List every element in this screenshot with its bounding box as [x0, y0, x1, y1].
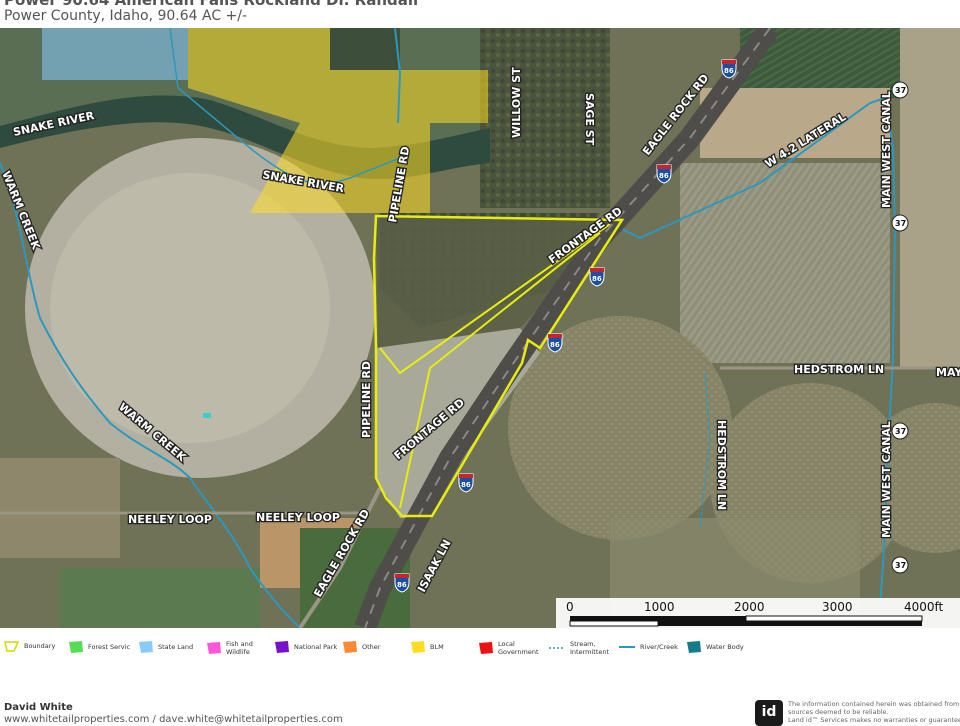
legend-other: Other: [342, 640, 380, 654]
legend-stream-intermittent: Stream, Intermittent: [548, 640, 614, 656]
scale-tick-0: 0: [566, 600, 574, 614]
scale-tick-2000: 2000: [734, 600, 765, 614]
legend-fish-wildlife: Fish and Wildlife: [206, 640, 262, 656]
water-body-swatch-icon: [687, 641, 701, 653]
legend-label-national-park: National Park: [294, 643, 338, 651]
legend-boundary: Boundary: [4, 640, 55, 652]
legend-label-state-land: State Land: [158, 643, 194, 651]
land-id-logo: id: [755, 700, 783, 726]
forest-service-swatch-icon: [69, 641, 83, 653]
legend-label-local-government: Local Government: [498, 640, 539, 656]
svg-text:86: 86: [550, 341, 560, 349]
label-neeley-loop-2: NEELEY LOOP: [256, 511, 340, 524]
interstate-shield-2: 86: [656, 164, 672, 184]
map-canvas[interactable]: SNAKE RIVER SNAKE RIVER WARM CREEK WARM …: [0, 28, 960, 628]
label-sage-st: SAGE ST: [583, 93, 596, 146]
interstate-shield-6: 86: [394, 573, 410, 593]
boundary-swatch-icon: [4, 641, 20, 652]
label-hedstrom-ln-2: HEDSTROM LN: [715, 420, 728, 510]
state-route-marker-2: 37: [891, 214, 909, 232]
legend-blm: BLM: [410, 640, 444, 654]
stream-intermittent-swatch-icon: [549, 647, 565, 649]
svg-text:86: 86: [592, 275, 602, 283]
scale-tick-4000: 4000ft: [904, 600, 944, 614]
water-spot: [203, 413, 211, 418]
svg-text:86: 86: [724, 67, 734, 75]
legend-national-park: National Park: [274, 640, 337, 654]
river-creek-swatch-icon: [619, 646, 635, 648]
svg-text:37: 37: [895, 86, 906, 95]
scale-tick-3000: 3000: [822, 600, 853, 614]
map-legend: Boundary Forest Servic State Land Fish a…: [0, 630, 960, 670]
svg-text:86: 86: [659, 172, 669, 180]
national-park-swatch-icon: [275, 641, 289, 653]
legend-water-body: Water Body: [686, 640, 744, 654]
field-green-s: [60, 568, 260, 628]
legend-forest-service: Forest Servic: [68, 640, 130, 654]
legend-state-land: State Land: [138, 640, 193, 654]
legend-label-boundary: Boundary: [24, 642, 56, 650]
label-pipeline-rd-2: PIPELINE RD: [360, 361, 373, 438]
map-footer: David White www.whitetailproperties.com …: [0, 670, 960, 726]
blm-swatch-icon: [411, 641, 425, 653]
disclaimer-line-2: sources deemed to be reliable.: [788, 708, 889, 716]
aerial-map[interactable]: SNAKE RIVER SNAKE RIVER WARM CREEK WARM …: [0, 28, 960, 628]
disclaimer-line-3: Land id™ Services makes no warranties or…: [788, 716, 960, 724]
map-header: Power 90.64 American Falls Rockland Dr. …: [0, 0, 960, 28]
svg-text:37: 37: [895, 427, 906, 436]
svg-text:37: 37: [895, 561, 906, 570]
local-government-swatch-icon: [479, 642, 493, 654]
legend-label-forest-service: Forest Servic: [88, 643, 131, 651]
scale-bar: 0 1000 2000 3000 4000ft: [556, 598, 960, 628]
scale-bar-graphic: 0 1000 2000 3000 4000ft: [566, 600, 944, 627]
legend-label-stream-intermittent: Stream, Intermittent: [570, 640, 610, 656]
state-route-marker-1: 37: [891, 81, 909, 99]
scale-tick-1000: 1000: [644, 600, 675, 614]
state-route-marker-3: 37: [891, 422, 909, 440]
state-land-swatch-icon: [139, 641, 153, 653]
label-main-west-canal-1: MAIN WEST CANAL: [880, 91, 893, 208]
other-swatch-icon: [343, 641, 357, 653]
legend-label-blm: BLM: [430, 643, 444, 651]
svg-text:86: 86: [461, 481, 471, 489]
label-willow-st: WILLOW ST: [510, 67, 523, 138]
state-land-parcel: [42, 28, 188, 80]
legend-label-water-body: Water Body: [706, 643, 744, 651]
page-subtitle: Power County, Idaho, 90.64 AC +/-: [4, 8, 248, 24]
legend-label-fish-wildlife: Fish and Wildlife: [226, 640, 253, 656]
blm-parcel-dark: [330, 28, 400, 70]
svg-text:86: 86: [397, 581, 407, 589]
fish-wildlife-swatch-icon: [207, 642, 221, 654]
label-main-west-canal-2: MAIN WEST CANAL: [880, 421, 893, 538]
field-sw: [0, 458, 120, 558]
label-hedstrom-ln-1: HEDSTROM LN: [794, 363, 884, 376]
legend-local-government: Local Government: [478, 640, 539, 656]
label-hedstrom-ln-3: MAYE: [936, 366, 960, 379]
svg-text:37: 37: [895, 219, 906, 228]
label-neeley-loop-1: NEELEY LOOP: [128, 513, 212, 526]
interstate-shield-3: 86: [589, 267, 605, 287]
agent-name: David White: [4, 702, 73, 713]
interstate-shield-1: 86: [721, 59, 737, 79]
legend-label-river-creek: River/Creek: [640, 643, 678, 651]
legend-label-other: Other: [362, 643, 381, 651]
disclaimer-line-1: The information contained herein was obt…: [788, 700, 960, 708]
state-route-marker-4: 37: [891, 556, 909, 574]
field-e: [680, 163, 890, 363]
field-far-e: [900, 28, 960, 368]
interstate-shield-4: 86: [547, 333, 563, 353]
interstate-shield-5: 86: [458, 473, 474, 493]
legend-river-creek: River/Creek: [618, 640, 678, 654]
pivot-field-1: [508, 316, 732, 540]
